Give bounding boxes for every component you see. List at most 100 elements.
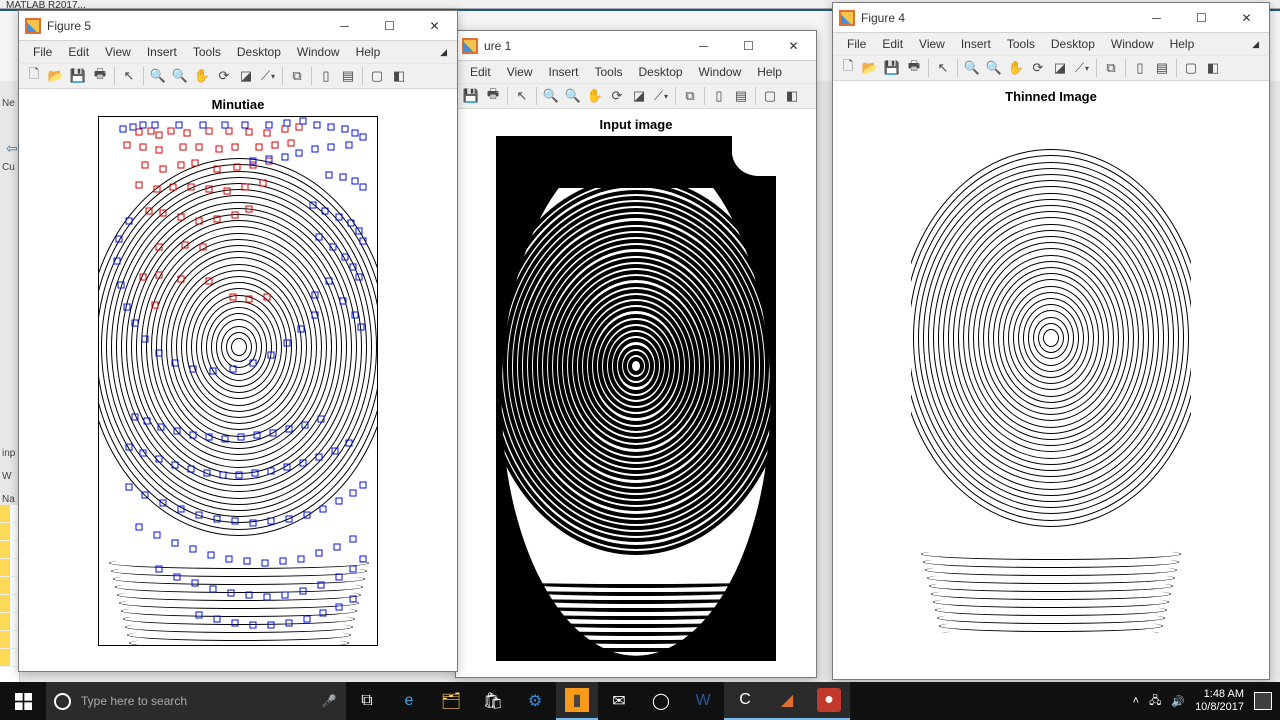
menu-window[interactable]: Window xyxy=(691,63,750,81)
colorbar-icon[interactable]: ▯ xyxy=(1129,57,1151,79)
minimize-button[interactable]: ─ xyxy=(322,11,367,41)
taskbar-app-matlab[interactable]: ◢ xyxy=(766,682,808,720)
pointer-icon[interactable]: ↖ xyxy=(118,65,140,87)
legend-icon[interactable]: ▤ xyxy=(337,65,359,87)
dock-icon[interactable]: ◧ xyxy=(1202,57,1224,79)
taskbar-search[interactable]: Type here to search 🎤 xyxy=(46,682,346,720)
figure-4-window[interactable]: Figure 4 ─ ☐ ✕ File Edit View Insert Too… xyxy=(832,2,1270,680)
menu-insert[interactable]: Insert xyxy=(139,43,185,61)
task-view-button[interactable]: ⧉ xyxy=(346,682,388,720)
menu-view[interactable]: View xyxy=(911,35,953,53)
menu-edit[interactable]: Edit xyxy=(60,43,97,61)
maximize-button[interactable]: ☐ xyxy=(726,31,771,61)
figure-1-toolbar[interactable]: 💾 🖶 ↖ 🔍 🔍 ✋ ⟳ ◪ ⟋▾ ⧉ ▯ ▤ ▢ ◧ xyxy=(456,83,816,109)
taskbar-app-sublime[interactable]: ▮ xyxy=(556,682,598,720)
hide-tools-icon[interactable]: ▢ xyxy=(759,85,781,107)
menu-window[interactable]: Window xyxy=(289,43,348,61)
menu-window[interactable]: Window xyxy=(1103,35,1162,53)
taskbar-app-recorder[interactable]: ● xyxy=(808,682,850,720)
menu-edit[interactable]: Edit xyxy=(462,63,499,81)
zoom-in-icon[interactable]: 🔍 xyxy=(147,65,169,87)
print-icon[interactable]: 🖶 xyxy=(89,65,111,87)
pan-icon[interactable]: ✋ xyxy=(584,85,606,107)
figure-5-titlebar[interactable]: Figure 5 ─ ☐ ✕ xyxy=(19,11,457,41)
save-icon[interactable]: 💾 xyxy=(881,57,903,79)
data-cursor-icon[interactable]: ◪ xyxy=(628,85,650,107)
taskbar-app-explorer[interactable]: 🗂 xyxy=(430,682,472,720)
menu-help[interactable]: Help xyxy=(749,63,790,81)
figure-1-window[interactable]: ure 1 ─ ☐ ✕ Edit View Insert Tools Deskt… xyxy=(455,30,817,678)
open-icon[interactable]: 📂 xyxy=(45,65,67,87)
figure-1-titlebar[interactable]: ure 1 ─ ☐ ✕ xyxy=(456,31,816,61)
save-icon[interactable]: 💾 xyxy=(67,65,89,87)
minimize-button[interactable]: ─ xyxy=(1134,3,1179,33)
menu-desktop[interactable]: Desktop xyxy=(1043,35,1103,53)
nav-back-icon[interactable]: ⇦ xyxy=(6,140,18,157)
figure-4-titlebar[interactable]: Figure 4 ─ ☐ ✕ xyxy=(833,3,1269,33)
hide-tools-icon[interactable]: ▢ xyxy=(366,65,388,87)
dock-icon[interactable]: ◧ xyxy=(388,65,410,87)
menu-insert[interactable]: Insert xyxy=(953,35,999,53)
brush-icon[interactable]: ⟋▾ xyxy=(1071,57,1093,79)
menu-desktop[interactable]: Desktop xyxy=(229,43,289,61)
menu-desktop[interactable]: Desktop xyxy=(631,63,691,81)
zoom-in-icon[interactable]: 🔍 xyxy=(961,57,983,79)
taskbar-app-settings[interactable]: ⚙ xyxy=(514,682,556,720)
zoom-out-icon[interactable]: 🔍 xyxy=(562,85,584,107)
close-button[interactable]: ✕ xyxy=(412,11,457,41)
colorbar-icon[interactable]: ▯ xyxy=(315,65,337,87)
menu-help[interactable]: Help xyxy=(1162,35,1203,53)
zoom-out-icon[interactable]: 🔍 xyxy=(169,65,191,87)
figure-5-window[interactable]: Figure 5 ─ ☐ ✕ File Edit View Insert Too… xyxy=(18,10,458,672)
brush-icon[interactable]: ⟋▾ xyxy=(257,65,279,87)
menu-overflow-icon[interactable]: ◢ xyxy=(440,47,451,58)
tray-clock[interactable]: 1:48 AM 10/8/2017 xyxy=(1195,688,1244,714)
brush-icon[interactable]: ⟋▾ xyxy=(650,85,672,107)
link-icon[interactable]: ⧉ xyxy=(1100,57,1122,79)
menu-file[interactable]: File xyxy=(839,35,874,53)
pointer-icon[interactable]: ↖ xyxy=(511,85,533,107)
figure-5-axes[interactable]: Minutiae xyxy=(19,89,457,671)
menu-view[interactable]: View xyxy=(499,63,541,81)
taskbar-app-store[interactable]: 🛍 xyxy=(472,682,514,720)
windows-taskbar[interactable]: Type here to search 🎤 ⧉ e 🗂 🛍 ⚙ ▮ ✉ ◯ W … xyxy=(0,682,1280,720)
colorbar-icon[interactable]: ▯ xyxy=(708,85,730,107)
pointer-icon[interactable]: ↖ xyxy=(932,57,954,79)
tray-chevron-up-icon[interactable]: ˄ xyxy=(1133,695,1139,707)
menu-tools[interactable]: Tools xyxy=(587,63,631,81)
menu-help[interactable]: Help xyxy=(348,43,389,61)
data-cursor-icon[interactable]: ◪ xyxy=(235,65,257,87)
maximize-button[interactable]: ☐ xyxy=(1179,3,1224,33)
print-icon[interactable]: 🖶 xyxy=(903,57,925,79)
new-figure-icon[interactable]: 🗋 xyxy=(23,65,45,87)
taskbar-app-chrome[interactable]: ◯ xyxy=(640,682,682,720)
figure-4-toolbar[interactable]: 🗋 📂 💾 🖶 ↖ 🔍 🔍 ✋ ⟳ ◪ ⟋▾ ⧉ ▯ ▤ ▢ ◧ xyxy=(833,55,1269,81)
rotate3d-icon[interactable]: ⟳ xyxy=(213,65,235,87)
figure-5-menubar[interactable]: File Edit View Insert Tools Desktop Wind… xyxy=(19,41,457,63)
zoom-out-icon[interactable]: 🔍 xyxy=(983,57,1005,79)
figure-1-menubar[interactable]: Edit View Insert Tools Desktop Window He… xyxy=(456,61,816,83)
link-icon[interactable]: ⧉ xyxy=(679,85,701,107)
pan-icon[interactable]: ✋ xyxy=(1005,57,1027,79)
zoom-in-icon[interactable]: 🔍 xyxy=(540,85,562,107)
menu-overflow-icon[interactable]: ◢ xyxy=(1252,39,1263,50)
legend-icon[interactable]: ▤ xyxy=(730,85,752,107)
figure-1-axes[interactable]: Input image xyxy=(456,109,816,677)
taskbar-app-edge[interactable]: e xyxy=(388,682,430,720)
pan-icon[interactable]: ✋ xyxy=(191,65,213,87)
taskbar-app-camtasia[interactable]: C xyxy=(724,682,766,720)
save-icon[interactable]: 💾 xyxy=(460,85,482,107)
figure-5-toolbar[interactable]: 🗋 📂 💾 🖶 ↖ 🔍 🔍 ✋ ⟳ ◪ ⟋▾ ⧉ ▯ ▤ ▢ ◧ xyxy=(19,63,457,89)
menu-tools[interactable]: Tools xyxy=(999,35,1043,53)
new-figure-icon[interactable]: 🗋 xyxy=(837,57,859,79)
figure-4-menubar[interactable]: File Edit View Insert Tools Desktop Wind… xyxy=(833,33,1269,55)
menu-edit[interactable]: Edit xyxy=(874,35,911,53)
dock-icon[interactable]: ◧ xyxy=(781,85,803,107)
link-icon[interactable]: ⧉ xyxy=(286,65,308,87)
open-icon[interactable]: 📂 xyxy=(859,57,881,79)
rotate3d-icon[interactable]: ⟳ xyxy=(606,85,628,107)
tray-network-icon[interactable]: 🖧 xyxy=(1149,692,1161,711)
menu-file[interactable]: File xyxy=(25,43,60,61)
action-center-icon[interactable] xyxy=(1254,692,1272,710)
mic-icon[interactable]: 🎤 xyxy=(312,694,346,708)
